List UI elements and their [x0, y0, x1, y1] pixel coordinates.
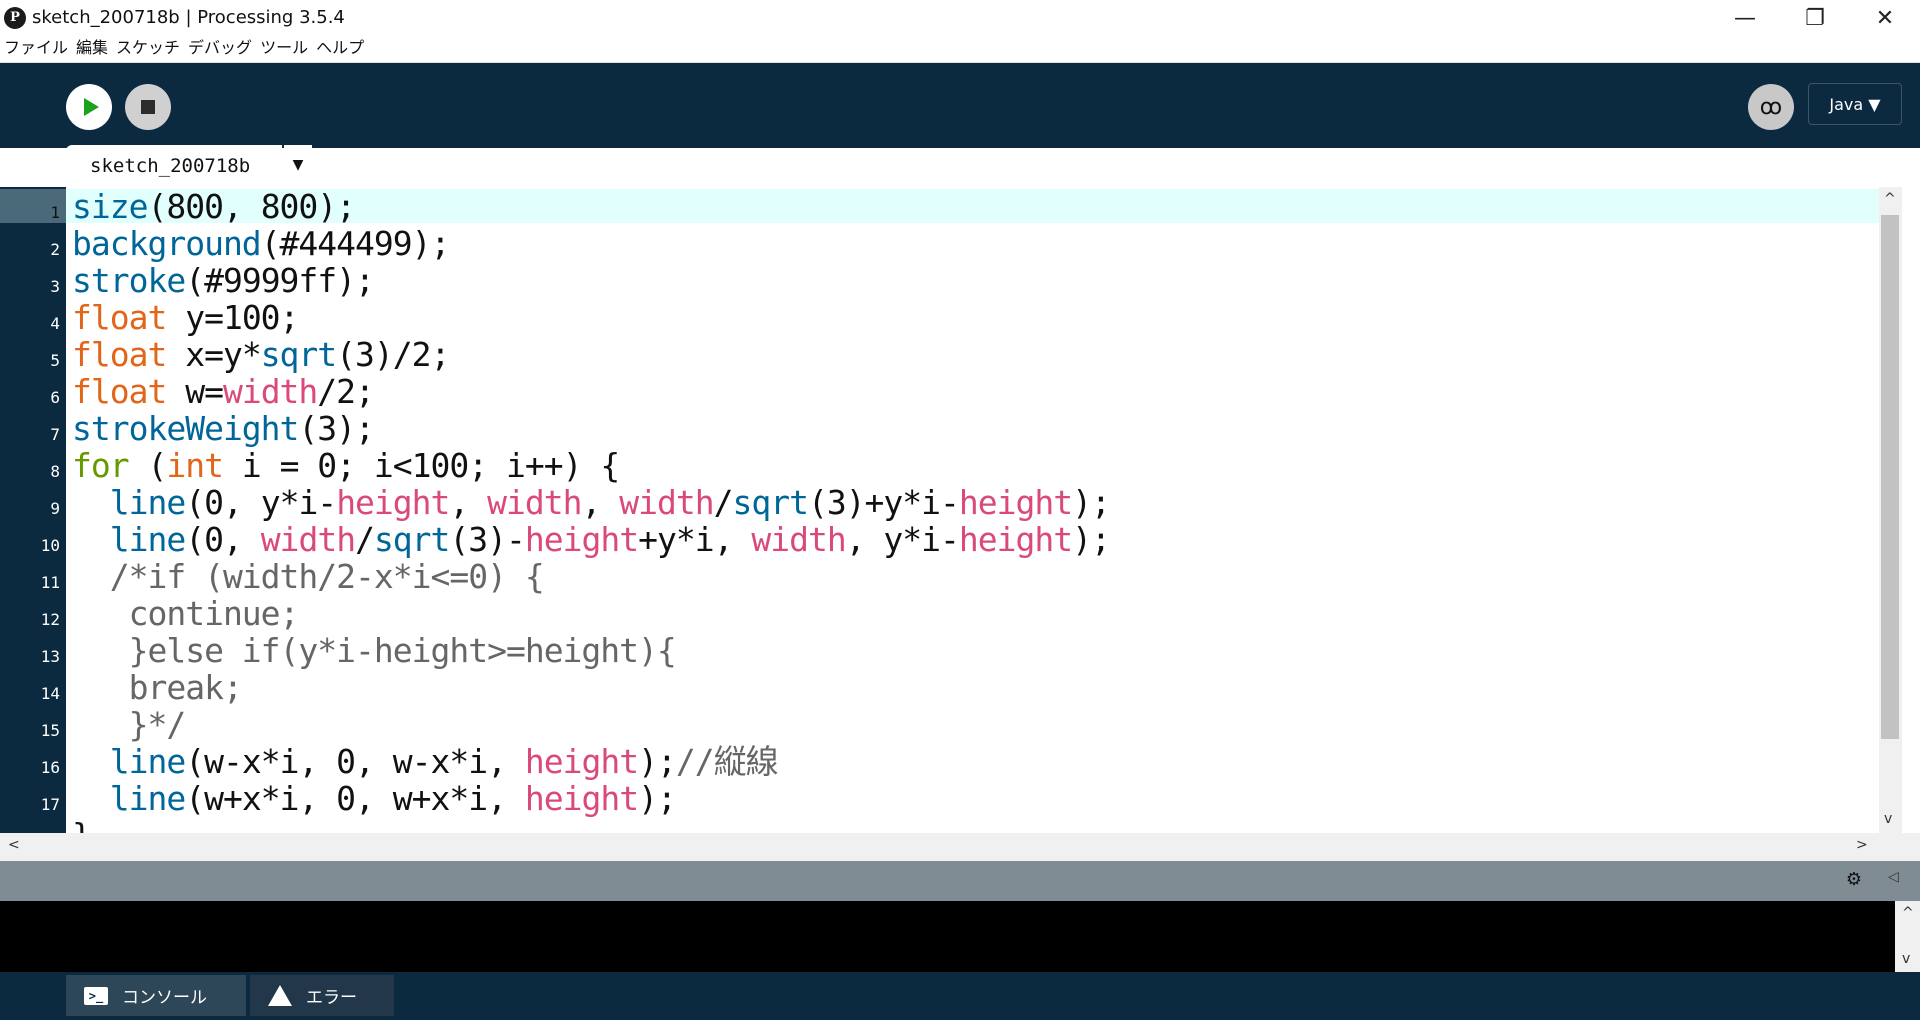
code-line: size(800, 800);	[72, 187, 356, 226]
scroll-left-icon[interactable]: <	[8, 837, 20, 853]
tab-sketch[interactable]: sketch_200718b	[66, 145, 282, 185]
code-line: line(0, width/sqrt(3)-height+y*i, width,…	[109, 520, 1111, 559]
line-number: 13	[40, 647, 60, 666]
code-line: strokeWeight(3);	[72, 409, 375, 448]
scrollbar-thumb[interactable]	[1881, 215, 1899, 739]
tab-console[interactable]: >_ コンソール	[66, 975, 246, 1016]
code-line: float w=width/2;	[72, 372, 375, 411]
code-line: }	[72, 818, 92, 834]
code-line: break;	[72, 668, 243, 707]
window-title: sketch_200718b | Processing 3.5.4	[32, 7, 345, 28]
code-line: /*if (width/2-x*i<=0) {	[72, 557, 545, 596]
menu-sketch[interactable]: スケッチ	[112, 36, 184, 60]
scroll-up-icon[interactable]: ^	[1884, 191, 1896, 207]
menu-tools[interactable]: ツール	[256, 36, 312, 60]
line-number: 2	[50, 240, 60, 259]
console-scrollbar[interactable]: ^ v	[1895, 901, 1920, 972]
status-bar: ⚙ ◁	[0, 861, 1920, 901]
menu-bar: ファイル 編集 スケッチ デバッグ ツール ヘルプ	[0, 36, 1920, 63]
code-line: float y=100;	[72, 298, 299, 337]
debugger-button[interactable]: ꝏ	[1748, 84, 1794, 130]
code-line: line(0, y*i-height, width, width/sqrt(3)…	[109, 483, 1111, 522]
minimize-button[interactable]: —	[1710, 0, 1780, 36]
warning-icon	[268, 985, 292, 1006]
line-number: 4	[50, 314, 60, 333]
console-scroll-up-icon[interactable]: ^	[1902, 905, 1914, 921]
tab-errors[interactable]: エラー	[250, 975, 394, 1016]
tab-menu-button[interactable]: ▼	[284, 145, 312, 185]
code-line: }*/	[72, 705, 187, 744]
tab-label: sketch_200718b	[90, 155, 251, 177]
code-line: line(w+x*i, 0, w+x*i, height);	[109, 779, 677, 818]
menu-debug[interactable]: デバッグ	[184, 36, 256, 60]
play-icon	[83, 98, 99, 116]
line-number: 16	[40, 758, 60, 777]
processing-logo-icon: P	[4, 7, 26, 29]
code-line: for (int i = 0; i<100; i++) {	[72, 446, 620, 485]
line-number: 6	[50, 388, 60, 407]
line-number: 12	[40, 610, 60, 629]
line-number: 5	[50, 351, 60, 370]
collapse-console-icon[interactable]: ◁	[1888, 869, 1899, 885]
line-number: 9	[50, 499, 60, 518]
code-line: line(w-x*i, 0, w-x*i, height);//縦線	[109, 742, 779, 781]
mode-selector[interactable]: Java ▼	[1808, 83, 1902, 125]
tab-console-label: コンソール	[122, 988, 207, 1008]
line-number: 10	[40, 536, 60, 555]
title-bar: P sketch_200718b | Processing 3.5.4 — ❐ …	[0, 0, 1920, 36]
run-button[interactable]	[66, 84, 112, 130]
console-tab-bar: >_ コンソール エラー	[0, 972, 1920, 1020]
stop-button[interactable]	[125, 84, 171, 130]
toolbar: ꝏ Java ▼	[0, 63, 1920, 148]
terminal-icon: >_	[84, 986, 108, 1005]
console-scroll-down-icon[interactable]: v	[1902, 951, 1910, 967]
editor-vertical-scrollbar[interactable]: ^ v	[1879, 187, 1902, 833]
code-line: continue;	[72, 594, 300, 633]
code-line: background(#444499);	[72, 224, 450, 263]
scroll-down-icon[interactable]: v	[1884, 811, 1892, 827]
tab-errors-label: エラー	[306, 988, 357, 1008]
code-editor[interactable]: size(800, 800); background(#444499); strok…	[66, 187, 1879, 833]
menu-file[interactable]: ファイル	[0, 36, 72, 60]
line-number: 1	[50, 203, 60, 222]
console-output[interactable]	[0, 901, 1895, 972]
stop-icon	[141, 100, 155, 114]
editor-horizontal-scrollbar[interactable]: < >	[0, 833, 1902, 861]
line-number: 14	[40, 684, 60, 703]
menu-edit[interactable]: 編集	[72, 36, 112, 60]
line-number: 7	[50, 425, 60, 444]
scroll-corner	[1902, 833, 1920, 861]
line-number: 3	[50, 277, 60, 296]
close-button[interactable]: ✕	[1850, 0, 1920, 36]
maximize-button[interactable]: ❐	[1780, 0, 1850, 36]
line-number: 17	[40, 795, 60, 814]
code-line: }else if(y*i-height>=height){	[72, 631, 677, 670]
menu-help[interactable]: ヘルプ	[312, 36, 368, 60]
line-number: 11	[40, 573, 60, 592]
code-line: stroke(#9999ff);	[72, 261, 375, 300]
code-line: float x=y*sqrt(3)/2;	[72, 335, 450, 374]
console-settings-icon[interactable]: ⚙	[1843, 869, 1865, 891]
line-number: 8	[50, 462, 60, 481]
scroll-right-icon[interactable]: >	[1856, 837, 1868, 853]
line-number-gutter: 1 2 3 4 5 6 7 8 9 10 11 12 13 14 15 16 1…	[0, 187, 66, 833]
butterfly-icon: ꝏ	[1759, 94, 1783, 120]
line-number: 15	[40, 721, 60, 740]
